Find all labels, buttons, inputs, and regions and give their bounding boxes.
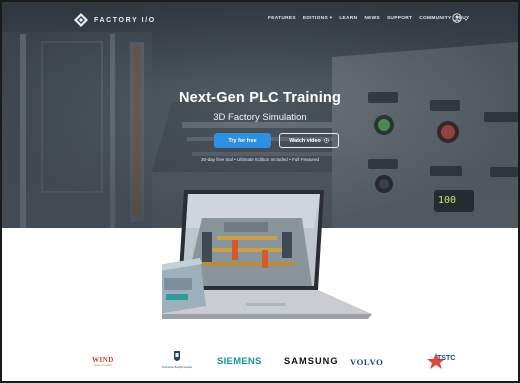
panel-display-readout: 100 (438, 195, 457, 206)
top-navigation: FACTORY I/O FEATURES EDITIONS ▾ LEARN NE… (2, 2, 518, 38)
try-for-free-label: Try for free (228, 137, 257, 144)
brand-name: FACTORY I/O (94, 16, 156, 24)
nav-item-learn[interactable]: LEARN (339, 16, 357, 21)
trial-note: 30-day free trial • Ultimate Edition Inc… (200, 157, 320, 162)
try-for-free-button[interactable]: Try for free (214, 133, 271, 148)
volvo-logo: VOLVO (350, 357, 384, 367)
siemens-logo: SIEMENS (217, 356, 262, 367)
diamond-logo-icon (74, 13, 88, 27)
wind-logo: WIND (92, 356, 114, 364)
watch-video-label: Watch video (289, 137, 321, 144)
nav-item-features[interactable]: FEATURES (268, 16, 296, 21)
tbs-logo-name: Technische Bedrijfs Spindes (162, 366, 192, 369)
laptop-product-image (162, 190, 372, 319)
hero-cta-row: Try for free Watch video (214, 133, 339, 148)
crest-logo-icon (174, 351, 180, 361)
nav-item-editions[interactable]: EDITIONS ▾ (303, 16, 332, 21)
main-menu: FEATURES EDITIONS ▾ LEARN NEWS SUPPORT C… (268, 16, 470, 21)
page-frame: 100 FACTORY I/O FEATURES EDITIONS ▾ LEAR… (0, 0, 520, 383)
tstc-logo: TSTC (426, 352, 462, 370)
samsung-logo: SAMSUNG (284, 356, 339, 366)
hero-subtitle: 3D Factory Simulation (213, 112, 307, 123)
account-chevron-icon[interactable]: ▾ (465, 17, 467, 22)
nav-item-community[interactable]: COMMUNITY (419, 16, 451, 21)
hero-title: Next-Gen PLC Training (178, 90, 342, 106)
watch-video-button[interactable]: Watch video (279, 133, 339, 148)
partner-logos: WIND RIVER SYSTEMS Technische Bedrijfs S… (2, 348, 518, 378)
wind-logo-subtitle: RIVER SYSTEMS (94, 365, 112, 367)
nav-item-support[interactable]: SUPPORT (387, 16, 412, 21)
tstc-logo-text: TSTC (437, 355, 456, 362)
brand-logo[interactable]: FACTORY I/O (74, 13, 156, 27)
play-circle-icon (323, 138, 329, 143)
nav-item-news[interactable]: NEWS (364, 16, 380, 21)
account-icon[interactable] (452, 13, 462, 23)
